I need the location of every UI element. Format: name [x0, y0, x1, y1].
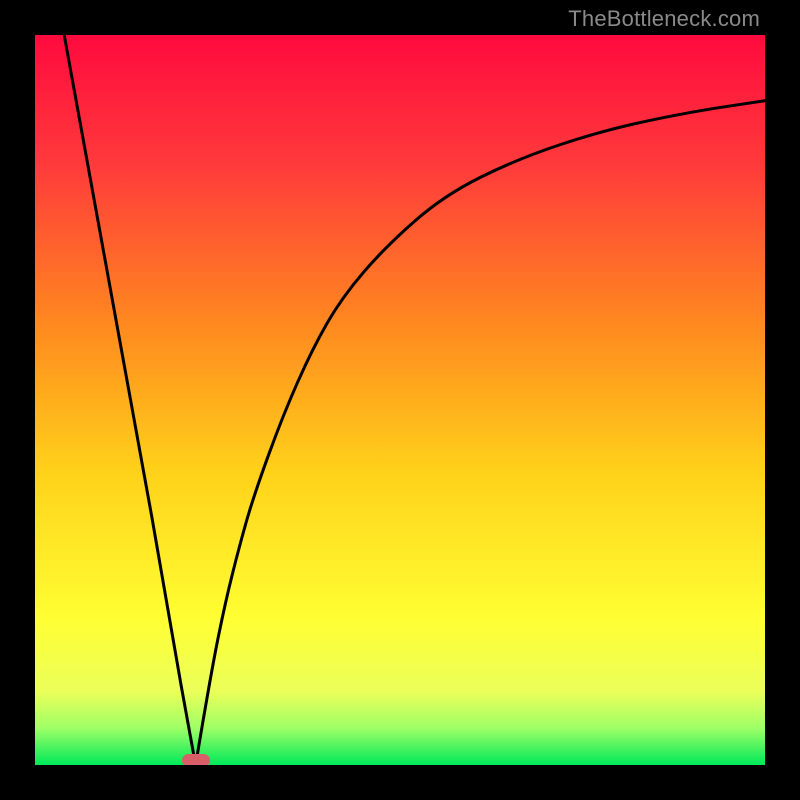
- watermark-text: TheBottleneck.com: [568, 6, 760, 32]
- bottleneck-curve: [35, 35, 765, 765]
- minimum-marker: [182, 754, 210, 765]
- plot-area: [35, 35, 765, 765]
- chart-frame: TheBottleneck.com: [0, 0, 800, 800]
